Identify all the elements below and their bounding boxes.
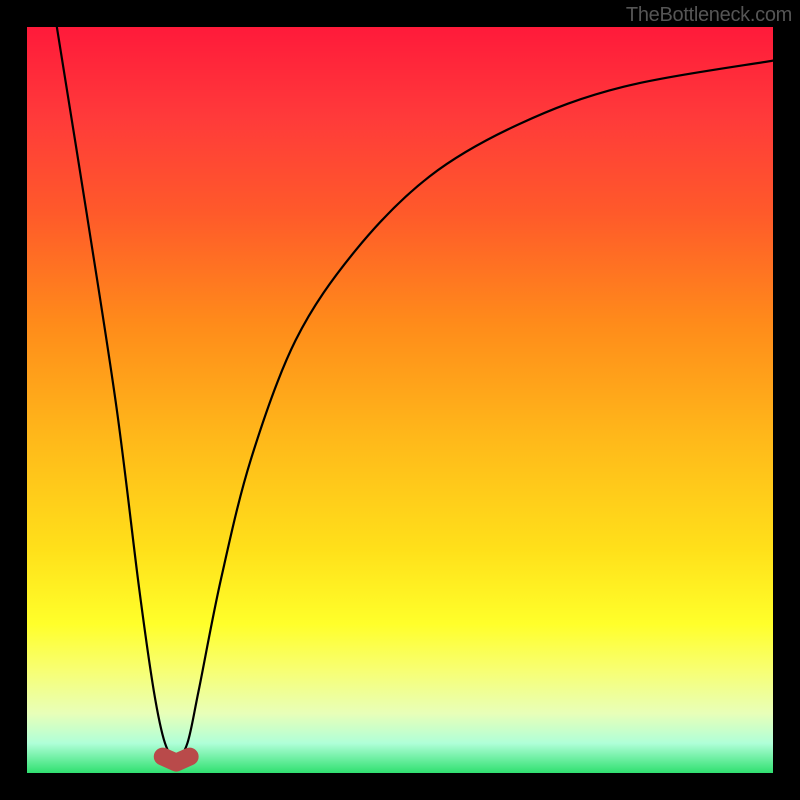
attribution-label: TheBottleneck.com xyxy=(626,4,792,27)
bottleneck-curve xyxy=(27,27,773,773)
plot-area xyxy=(27,27,773,773)
curve-minimum-marker xyxy=(163,757,190,763)
chart-frame: TheBottleneck.com xyxy=(0,0,800,800)
